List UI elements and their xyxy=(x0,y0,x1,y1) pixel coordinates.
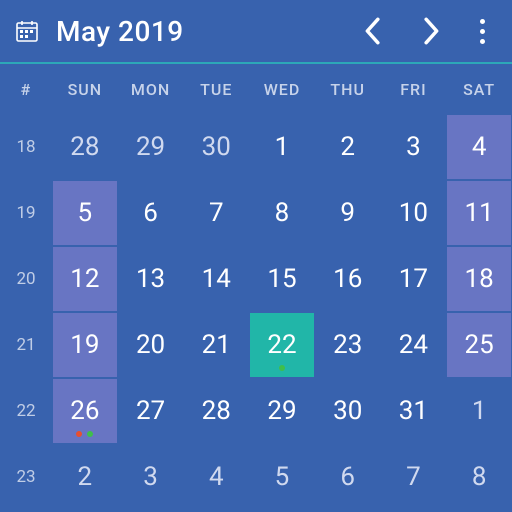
calendar-day[interactable]: 2 xyxy=(316,115,380,179)
calendar-day[interactable]: 14 xyxy=(184,247,248,311)
calendar-day[interactable]: 28 xyxy=(53,115,117,179)
week-number: 19 xyxy=(0,180,52,246)
next-month-button[interactable] xyxy=(402,6,462,56)
calendar-day[interactable]: 5 xyxy=(53,181,117,245)
day-of-week-header: MON xyxy=(118,64,184,114)
calendar-day[interactable]: 6 xyxy=(316,445,380,509)
calendar-day[interactable]: 4 xyxy=(447,115,511,179)
calendar-day[interactable]: 9 xyxy=(316,181,380,245)
calendar-day[interactable]: 11 xyxy=(447,181,511,245)
calendar-day[interactable]: 25 xyxy=(447,313,511,377)
calendar-day[interactable]: 1 xyxy=(250,115,314,179)
week-number: 20 xyxy=(0,246,52,312)
page-title[interactable]: May 2019 xyxy=(56,15,342,48)
calendar-day[interactable]: 24 xyxy=(382,313,446,377)
calendar-day[interactable]: 5 xyxy=(250,445,314,509)
day-of-week-header: FRI xyxy=(381,64,447,114)
calendar-day[interactable]: 28 xyxy=(184,379,248,443)
calendar-day[interactable]: 16 xyxy=(316,247,380,311)
week-number-header: # xyxy=(0,64,52,114)
calendar-day[interactable]: 17 xyxy=(382,247,446,311)
calendar-day[interactable]: 6 xyxy=(119,181,183,245)
calendar-day[interactable]: 18 xyxy=(447,247,511,311)
calendar-day[interactable]: 4 xyxy=(184,445,248,509)
calendar-day[interactable]: 8 xyxy=(447,445,511,509)
calendar-day[interactable]: 19 xyxy=(53,313,117,377)
calendar-day[interactable]: 15 xyxy=(250,247,314,311)
week-number: 23 xyxy=(0,444,52,510)
calendar-day[interactable]: 12 xyxy=(53,247,117,311)
calendar-day[interactable]: 30 xyxy=(316,379,380,443)
calendar-day[interactable]: 31 xyxy=(382,379,446,443)
calendar-day[interactable]: 3 xyxy=(382,115,446,179)
calendar-day[interactable]: 7 xyxy=(184,181,248,245)
calendar-day[interactable]: 30 xyxy=(184,115,248,179)
calendar-day[interactable]: 1 xyxy=(447,379,511,443)
calendar-day[interactable]: 3 xyxy=(119,445,183,509)
calendar-day[interactable]: 8 xyxy=(250,181,314,245)
week-number: 22 xyxy=(0,378,52,444)
day-of-week-header: SUN xyxy=(52,64,118,114)
vertical-dots-icon xyxy=(480,19,485,44)
calendar-day[interactable]: 26 xyxy=(53,379,117,443)
calendar-day[interactable]: 2 xyxy=(53,445,117,509)
calendar-day[interactable]: 10 xyxy=(382,181,446,245)
calendar-grid: #SUNMONTUEWEDTHUFRISAT182829301234195678… xyxy=(0,64,512,510)
app-header: May 2019 xyxy=(0,0,512,64)
day-of-week-header: THU xyxy=(315,64,381,114)
calendar-day[interactable]: 21 xyxy=(184,313,248,377)
overflow-menu-button[interactable] xyxy=(462,6,502,56)
calendar-day[interactable]: 23 xyxy=(316,313,380,377)
calendar-day[interactable]: 29 xyxy=(250,379,314,443)
day-of-week-header: TUE xyxy=(183,64,249,114)
day-of-week-header: WED xyxy=(249,64,315,114)
day-of-week-header: SAT xyxy=(446,64,512,114)
calendar-day[interactable]: 29 xyxy=(119,115,183,179)
week-number: 21 xyxy=(0,312,52,378)
calendar-day[interactable]: 7 xyxy=(382,445,446,509)
prev-month-button[interactable] xyxy=(342,6,402,56)
event-indicators xyxy=(279,365,285,371)
calendar-day-today[interactable]: 22 xyxy=(250,313,314,377)
calendar-day[interactable]: 27 xyxy=(119,379,183,443)
calendar-icon[interactable] xyxy=(14,18,40,44)
calendar-day[interactable]: 20 xyxy=(119,313,183,377)
event-indicators xyxy=(76,431,93,437)
week-number: 18 xyxy=(0,114,52,180)
calendar-day[interactable]: 13 xyxy=(119,247,183,311)
